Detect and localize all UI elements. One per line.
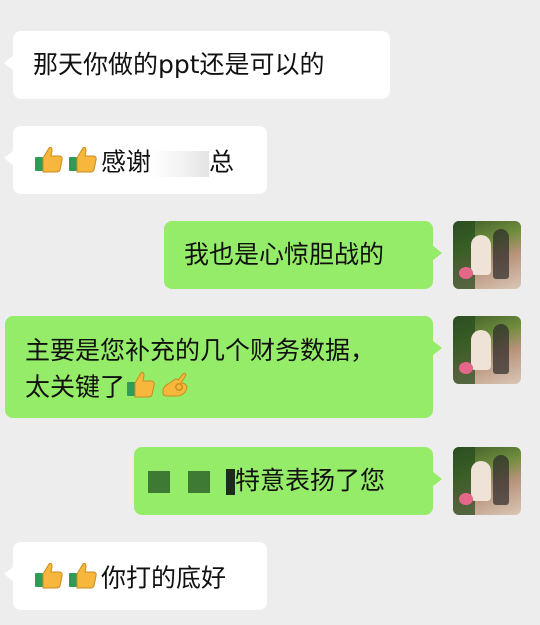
message-text: 总: [209, 147, 235, 177]
avatar-image: [493, 229, 509, 279]
message-bubble-incoming[interactable]: 你打的底好: [4, 542, 267, 610]
user-avatar[interactable]: [453, 316, 521, 384]
redacted-mask: [188, 471, 210, 493]
message-text: 感谢: [101, 147, 152, 177]
avatar-image: [471, 235, 491, 275]
message-bubble-outgoing[interactable]: 特意表扬了您: [134, 447, 442, 515]
ok-hand-icon: [159, 368, 191, 409]
message-bubble-outgoing[interactable]: 我也是心惊胆战的: [164, 221, 442, 289]
message-text: 太关键了: [25, 372, 126, 402]
redacted-mask: [226, 469, 235, 495]
avatar-image: [493, 455, 509, 505]
avatar-image: [471, 330, 491, 370]
message-text: 主要是您补充的几个财务数据，: [25, 336, 376, 365]
message-bubble-incoming[interactable]: 那天你做的ppt还是可以的: [4, 31, 390, 99]
thumbs-up-icon: [33, 143, 65, 184]
thumbs-up-icon: [67, 143, 99, 184]
message-text-line2: 太关键了: [25, 368, 433, 409]
user-avatar[interactable]: [453, 447, 521, 515]
message-text: 你打的底好: [101, 563, 227, 593]
message-text: 那天你做的ppt还是可以的: [33, 50, 325, 79]
message-text: 我也是心惊胆战的: [184, 240, 385, 269]
message-bubble-incoming[interactable]: 感谢 总: [4, 126, 267, 194]
message-bubble-outgoing[interactable]: 主要是您补充的几个财务数据， 太关键了: [5, 316, 442, 418]
thumbs-up-icon: [33, 559, 65, 600]
redacted-mask: [151, 150, 210, 177]
avatar-image: [459, 362, 473, 374]
avatar-image: [459, 267, 473, 279]
avatar-image: [493, 324, 509, 374]
message-text: 特意表扬了您: [235, 466, 386, 495]
avatar-image: [471, 461, 491, 501]
redacted-mask: [148, 471, 170, 493]
user-avatar[interactable]: [453, 221, 521, 289]
thumbs-up-icon: [125, 368, 157, 409]
avatar-image: [459, 493, 473, 505]
thumbs-up-icon: [67, 559, 99, 600]
